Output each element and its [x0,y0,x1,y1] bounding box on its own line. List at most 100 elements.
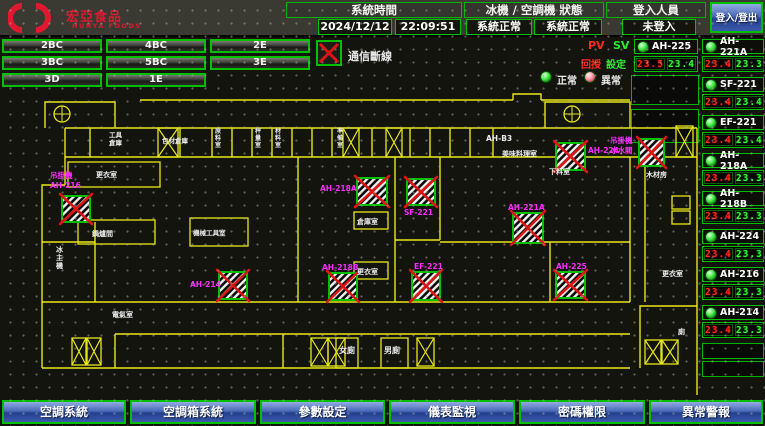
equipment-label: AH-218B [322,263,359,272]
equipment-label: AH-218A [320,184,357,193]
unit-name: AH-214 [720,307,759,318]
floor-button-3d[interactable]: 3D [2,73,102,87]
login-status-value: 未登入 [622,19,696,35]
unit-values-ah-224: 23.423.3 [702,246,764,262]
unit-values-ah-218a: 23.423.3 [702,170,764,186]
pv-value: 23.4 [704,58,733,70]
room-label: 材料室 [274,127,281,149]
unit-button-sf-221[interactable]: SF-221 [702,77,764,92]
sv-value: 23.3 [735,172,764,184]
floor-button-2bc[interactable]: 2BC [2,39,102,53]
nav-button-3[interactable]: 儀表監視 [389,400,515,424]
stair-x-icon [417,338,434,366]
room-label: 機械工具室 [193,228,226,237]
nav-button-0[interactable]: 空調系統 [2,400,126,424]
sv-value: 23.3 [735,248,764,260]
equipment-label: EF-221 [414,262,443,271]
company-logo-icon [8,2,62,35]
room-label: 女廁 [339,345,355,355]
sv-value: 23.4 [735,96,764,108]
unit-status-led-icon [705,79,717,91]
room-label: 原料室 [215,127,221,149]
pv-row-label: 回授 [581,56,601,71]
pv-value: 23.4 [704,210,733,222]
sv-value: 23.4 [735,134,764,146]
room-label: AH-B3 [486,134,512,143]
abnormal-led-icon [584,71,596,83]
floor-button-2e[interactable]: 2E [210,39,310,53]
room-label: 工具 [109,130,123,139]
unit-button-ah-225[interactable]: AH-225 [634,39,698,54]
unit-values-sf-221: 23.423.4 [702,94,764,110]
unit-name: SF-221 [720,79,757,90]
equipment-label: AH-225 [556,262,587,271]
unit-status-led-icon [705,117,717,129]
unit-button-ah-224[interactable]: AH-224 [702,229,764,244]
floor-button-5bc[interactable]: 5BC [106,56,206,70]
unit-button-ah-218b[interactable]: AH-218B [702,191,764,206]
sv-row-label: 設定 [606,56,626,71]
sv-value: 23.3 [735,210,764,222]
pv-value: 23.4 [704,172,733,184]
chiller-status-value: 系統正常 [466,19,532,35]
room-label: 鍋爐間 [92,229,113,238]
equipment-label: SF-221 [404,208,433,217]
sv-value: 23.4 [667,58,696,70]
system-date-value: 2024/12/12 [318,19,392,35]
normal-led-icon [540,71,552,83]
login-logout-button[interactable]: 登入/登出 [710,2,763,33]
unit-status-led-icon [705,41,717,53]
nav-button-5[interactable]: 異常警報 [649,400,763,424]
sv-value: 23.3 [735,324,764,336]
equipment-label: 吊掛機 [50,170,73,180]
equipment-label: AH-214 [190,280,221,289]
unit-button-ah-214[interactable]: AH-214 [702,305,764,320]
unit-button-ah-221a[interactable]: AH-221A [702,39,764,54]
floor-button-3e[interactable]: 3E [210,56,310,70]
equipment-label: AH-216 [50,181,81,190]
pv-value: 23.4 [704,324,733,336]
floor-button-4bc[interactable]: 4BC [106,39,206,53]
room-label: 電氣室 [112,310,133,319]
unit-status-led-icon [705,231,717,243]
comm-fail-icon [316,40,342,66]
room-label: 木材房 [645,170,667,179]
room-label: 下料室 [549,167,570,176]
room-label: 包材倉庫 [162,136,189,145]
sv-value: 23.3 [735,286,764,298]
unit-values-ef-221: 23.423.4 [702,132,764,148]
equipment-label: 吊掛機 [610,135,633,145]
equipment-label: 冰水閥 [610,145,633,155]
room-outline [672,196,690,209]
unit-button-ah-216[interactable]: AH-216 [702,267,764,282]
pv-value: 23.5 [636,58,665,70]
unit-status-led-icon [705,269,717,281]
nav-button-4[interactable]: 密碼權限 [519,400,645,424]
machine-status-label: 冰機 / 空調機 狀態 [464,2,604,18]
stair-x-icon [676,126,693,157]
system-time-value: 22:09:51 [395,19,461,35]
unit-status-led-icon [705,193,717,205]
floor-button-3bc[interactable]: 3BC [2,56,102,70]
stair-x-icon [87,338,101,365]
normal-label: 正常 [557,72,577,87]
empty-slot [702,343,764,359]
pv-value: 23.4 [704,286,733,298]
room-label: 男廁 [384,345,400,355]
floor-button-1e[interactable]: 1E [106,73,206,87]
floorplan: 工具倉庫包材倉庫原料室秤量室材料室準備室AH-B3美味料理室下料室木材房更衣室冰… [0,90,705,400]
room-label: 冰主機 [56,245,64,270]
unit-values-ah-214: 23.423.3 [702,322,764,338]
wall [513,94,541,100]
unit-name: AH-216 [720,269,759,280]
unit-status-led-icon [705,155,717,167]
stair-x-icon [311,338,328,366]
unit-values-ah-221a: 23.423.3 [702,56,764,72]
nav-button-1[interactable]: 空調箱系統 [130,400,256,424]
unit-button-ah-218a[interactable]: AH-218A [702,153,764,168]
nav-button-2[interactable]: 參數設定 [260,400,385,424]
stair-x-icon [386,128,402,157]
pv-value: 23.4 [704,134,733,146]
room-label: 倉庫 [108,138,123,147]
unit-button-ef-221[interactable]: EF-221 [702,115,764,130]
